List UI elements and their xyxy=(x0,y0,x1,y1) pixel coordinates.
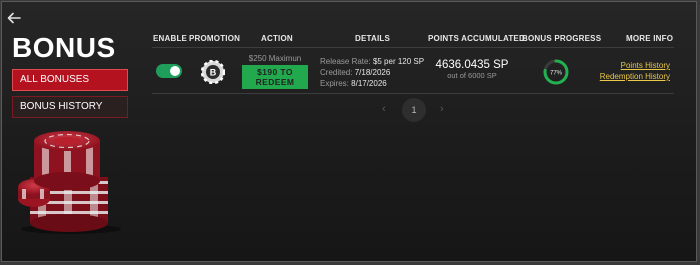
progress-percent: 77% xyxy=(550,70,563,76)
expires-value: 8/17/2026 xyxy=(351,79,387,88)
table-divider xyxy=(152,47,674,48)
toggle-knob xyxy=(170,66,180,76)
points-cell: 4636.0435 SP out of 6000 SP xyxy=(434,59,510,80)
redeem-line-1: $190 TO xyxy=(257,67,293,77)
bonus-panel: BONUS ALL BONUSES BONUS HISTORY ENABLE P… xyxy=(1,1,697,262)
svg-text:B: B xyxy=(210,68,217,78)
progress-ring: 77% xyxy=(543,59,569,85)
chip-stack-image xyxy=(18,131,121,234)
header-points-accumulated: POINTS ACCUMULATED xyxy=(428,34,525,43)
header-promotion: PROMOTION xyxy=(189,34,241,43)
redeem-button[interactable]: $190 TO REDEEM xyxy=(242,65,308,89)
header-details: DETAILS xyxy=(355,34,391,43)
page-title: BONUS xyxy=(12,32,116,63)
back-arrow-icon[interactable] xyxy=(6,10,22,26)
sidebar-item-label: BONUS HISTORY xyxy=(20,101,103,112)
table-divider xyxy=(152,93,674,94)
prev-page-button[interactable]: ‹ xyxy=(382,103,386,115)
credited-label: Credited: xyxy=(320,68,353,77)
points-history-link[interactable]: Points History xyxy=(596,60,670,71)
redemption-history-link[interactable]: Redemption History xyxy=(596,71,670,82)
release-rate-value: $5 per 120 SP xyxy=(372,57,425,66)
sidebar-item-bonus-history[interactable]: BONUS HISTORY xyxy=(12,96,128,118)
next-page-button[interactable]: › xyxy=(440,103,444,115)
release-rate-label: Release Rate: xyxy=(320,57,371,66)
details-cell: Release Rate: $5 per 120 SP Credited: 7/… xyxy=(320,56,424,89)
points-value: 4636.0435 SP xyxy=(435,59,509,71)
redeem-line-2: REDEEM xyxy=(255,77,295,87)
page-number-button[interactable]: 1 xyxy=(402,98,426,122)
header-bonus-progress: BONUS PROGRESS xyxy=(522,34,602,43)
header-action: ACTION xyxy=(261,34,293,43)
more-info-links: Points History Redemption History xyxy=(596,60,670,82)
enable-toggle[interactable] xyxy=(156,64,182,78)
pagination: ‹ 1 › xyxy=(378,98,450,122)
expires-label: Expires: xyxy=(320,79,349,88)
header-enable: ENABLE xyxy=(153,34,188,43)
b-chip-icon: B xyxy=(201,60,225,84)
sidebar-item-all-bonuses[interactable]: ALL BONUSES xyxy=(12,69,128,91)
header-more-info: MORE INFO xyxy=(626,34,674,43)
credited-value: 7/18/2026 xyxy=(354,68,391,77)
sidebar-item-label: ALL BONUSES xyxy=(20,74,90,85)
max-amount-text: $250 Maximun xyxy=(248,54,302,63)
points-total: out of 6000 SP xyxy=(447,71,497,80)
